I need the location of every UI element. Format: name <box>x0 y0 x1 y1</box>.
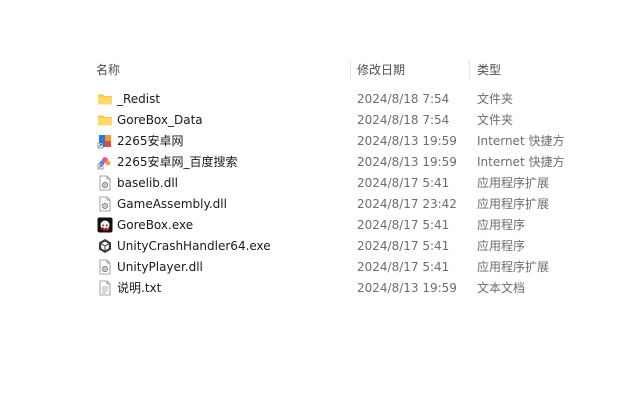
file-row[interactable]: 2265安卓网_百度搜索 2024/8/13 19:59 Internet 快捷… <box>0 152 640 173</box>
file-name: GoreBox.exe <box>117 218 194 232</box>
unity-app-icon <box>97 238 113 254</box>
column-header-name[interactable]: 名称 <box>96 58 120 82</box>
file-name: 2265安卓网_百度搜索 <box>117 155 238 169</box>
dll-file-icon <box>97 196 113 212</box>
column-header-type[interactable]: 类型 <box>477 58 501 82</box>
file-date: 2024/8/17 5:41 <box>357 218 450 232</box>
file-name: baselib.dll <box>117 176 178 190</box>
folder-icon <box>97 112 113 128</box>
file-name: GameAssembly.dll <box>117 197 227 211</box>
file-date: 2024/8/17 23:42 <box>357 197 457 211</box>
gorebox-app-icon <box>97 217 113 233</box>
column-divider[interactable] <box>350 60 351 80</box>
internet-shortcut-icon <box>97 154 113 170</box>
file-row[interactable]: _Redist 2024/8/18 7:54 文件夹 <box>0 89 640 110</box>
file-name: UnityPlayer.dll <box>117 260 203 274</box>
file-row[interactable]: UnityCrashHandler64.exe 2024/8/17 5:41 应… <box>0 236 640 257</box>
file-date: 2024/8/18 7:54 <box>357 113 450 127</box>
file-type: Internet 快捷方 <box>477 134 565 148</box>
file-type: 应用程序扩展 <box>477 260 550 274</box>
dll-file-icon <box>97 175 113 191</box>
file-date: 2024/8/13 19:59 <box>357 134 457 148</box>
column-divider[interactable] <box>469 60 470 80</box>
file-row[interactable]: GoreBox_Data 2024/8/18 7:54 文件夹 <box>0 110 640 131</box>
file-row[interactable]: GameAssembly.dll 2024/8/17 23:42 应用程序扩展 <box>0 194 640 215</box>
file-row[interactable]: GoreBox.exe 2024/8/17 5:41 应用程序 <box>0 215 640 236</box>
file-type: 应用程序 <box>477 239 526 253</box>
file-date: 2024/8/13 19:59 <box>357 155 457 169</box>
file-type: 文本文档 <box>477 281 526 295</box>
file-name: _Redist <box>117 92 161 106</box>
file-date: 2024/8/17 5:41 <box>357 260 450 274</box>
file-name: 说明.txt <box>117 281 162 295</box>
file-list: _Redist 2024/8/18 7:54 文件夹 GoreBox_Data … <box>0 89 640 299</box>
file-date: 2024/8/13 19:59 <box>357 281 457 295</box>
file-name: 2265安卓网 <box>117 134 184 148</box>
internet-shortcut-icon <box>97 133 113 149</box>
file-type: 应用程序扩展 <box>477 197 550 211</box>
file-type: 应用程序 <box>477 218 526 232</box>
file-name: UnityCrashHandler64.exe <box>117 239 271 253</box>
file-row[interactable]: UnityPlayer.dll 2024/8/17 5:41 应用程序扩展 <box>0 257 640 278</box>
file-date: 2024/8/18 7:54 <box>357 92 450 106</box>
file-type: 文件夹 <box>477 113 514 127</box>
file-row[interactable]: 说明.txt 2024/8/13 19:59 文本文档 <box>0 278 640 299</box>
file-row[interactable]: baselib.dll 2024/8/17 5:41 应用程序扩展 <box>0 173 640 194</box>
file-type: 应用程序扩展 <box>477 176 550 190</box>
file-date: 2024/8/17 5:41 <box>357 176 450 190</box>
file-row[interactable]: 2265安卓网 2024/8/13 19:59 Internet 快捷方 <box>0 131 640 152</box>
text-file-icon <box>97 280 113 296</box>
file-type: Internet 快捷方 <box>477 155 565 169</box>
file-type: 文件夹 <box>477 92 514 106</box>
column-header-date[interactable]: 修改日期 <box>357 58 405 82</box>
folder-icon <box>97 91 113 107</box>
dll-file-icon <box>97 259 113 275</box>
file-name: GoreBox_Data <box>117 113 203 127</box>
column-header-row: 名称 修改日期 类型 <box>0 58 640 82</box>
file-date: 2024/8/17 5:41 <box>357 239 450 253</box>
